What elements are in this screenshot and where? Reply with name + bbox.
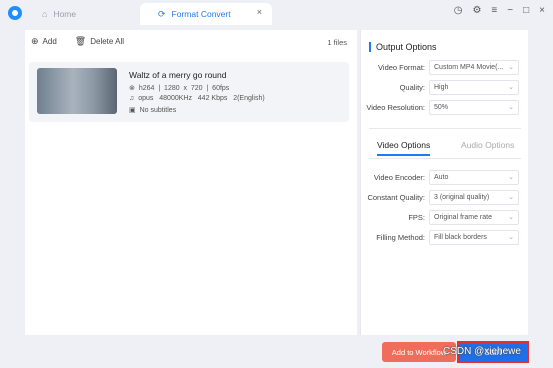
chevron-down-icon: ⌄ bbox=[508, 104, 514, 111]
maximize-icon[interactable]: □ bbox=[523, 5, 529, 16]
quality-label: Quality: bbox=[399, 83, 425, 92]
constant-quality-row: Constant Quality: 3 (original quality) ⌄ bbox=[361, 190, 529, 206]
file-list-item[interactable]: Waltz of a merry go round ⊗ h264 | 1280 x… bbox=[29, 62, 349, 122]
tab-close-icon[interactable]: × bbox=[257, 7, 262, 17]
tab-format-convert[interactable]: ⟳ Format Convert × bbox=[140, 3, 272, 25]
minimize-icon[interactable]: − bbox=[507, 5, 513, 16]
file-list-pane: ⊕ Add 🗑 Delete All 1 files Waltz of a merr… bbox=[25, 30, 357, 335]
app-logo bbox=[8, 6, 22, 20]
divider bbox=[369, 128, 521, 129]
video-encoder-select[interactable]: Auto ⌄ bbox=[429, 170, 519, 185]
audio-info: ♫ opus 48000KHz 442 Kbps 2(English) bbox=[129, 95, 265, 102]
refresh-icon: ⟳ bbox=[158, 8, 166, 19]
constant-quality-select[interactable]: 3 (original quality) ⌄ bbox=[429, 190, 519, 205]
menu-icon[interactable]: ≡ bbox=[491, 5, 497, 16]
subtitle-icon: ▣ bbox=[129, 107, 136, 114]
delete-all-button[interactable]: 🗑 Delete All bbox=[75, 36, 124, 47]
video-encoder-row: Video Encoder: Auto ⌄ bbox=[361, 170, 529, 186]
video-resolution-label: Video Resolution: bbox=[366, 103, 425, 112]
filling-method-select[interactable]: Fill black borders ⌄ bbox=[429, 230, 519, 245]
video-format-label: Video Format: bbox=[378, 63, 425, 72]
video-resolution-select[interactable]: 50% ⌄ bbox=[429, 100, 519, 115]
file-name: Waltz of a merry go round bbox=[129, 70, 227, 80]
delete-all-label: Delete All bbox=[90, 37, 125, 46]
fps-label: FPS: bbox=[408, 213, 425, 222]
filling-method-row: Filling Method: Fill black borders ⌄ bbox=[361, 230, 529, 246]
watermark: CSDN @xiehewe bbox=[443, 346, 521, 357]
quality-row: Quality: High ⌄ bbox=[361, 80, 529, 96]
chevron-down-icon: ⌄ bbox=[508, 64, 514, 71]
close-icon[interactable]: × bbox=[539, 5, 545, 16]
files-count: 1 files bbox=[327, 38, 347, 47]
filling-method-label: Filling Method: bbox=[376, 233, 425, 242]
video-thumbnail bbox=[37, 68, 117, 114]
video-info: ⊗ h264 | 1280 x 720 | 60fps bbox=[129, 84, 229, 92]
clock-icon[interactable]: ◷ bbox=[454, 5, 463, 16]
gear-icon[interactable]: ⚙ bbox=[472, 5, 481, 16]
tab-home[interactable]: ⌂ Home bbox=[36, 3, 136, 25]
chevron-down-icon: ⌄ bbox=[508, 234, 514, 241]
add-button-label: Add bbox=[42, 37, 57, 46]
home-icon: ⌂ bbox=[42, 9, 48, 19]
video-format-select[interactable]: Custom MP4 Movie(... ⌄ bbox=[429, 60, 519, 75]
chevron-down-icon: ⌄ bbox=[508, 194, 514, 201]
file-toolbar: ⊕ Add 🗑 Delete All bbox=[31, 36, 124, 47]
constant-quality-label: Constant Quality: bbox=[367, 193, 425, 202]
tab-audio-options[interactable]: Audio Options bbox=[461, 140, 514, 156]
video-encoder-label: Video Encoder: bbox=[373, 173, 425, 182]
filling-method-value: Fill black borders bbox=[434, 234, 487, 241]
audio-info-text: opus 48000KHz 442 Kbps 2(English) bbox=[138, 95, 265, 102]
divider bbox=[369, 158, 521, 159]
plus-circle-icon: ⊕ bbox=[31, 36, 39, 46]
tab-format-convert-label: Format Convert bbox=[171, 9, 231, 19]
fps-row: FPS: Original frame rate ⌄ bbox=[361, 210, 529, 226]
video-encoder-value: Auto bbox=[434, 174, 449, 181]
subtitle-info: ▣ No subtitles bbox=[129, 106, 176, 114]
trash-icon: 🗑 bbox=[74, 36, 87, 46]
video-info-text: h264 | 1280 x 720 | 60fps bbox=[138, 85, 230, 92]
video-codec-icon: ⊗ bbox=[129, 85, 135, 92]
chevron-down-icon: ⌄ bbox=[508, 84, 514, 91]
quality-select[interactable]: High ⌄ bbox=[429, 80, 519, 95]
quality-value: High bbox=[434, 84, 449, 91]
video-resolution-row: Video Resolution: 50% ⌄ bbox=[361, 100, 529, 116]
options-pane: Output Options Video Format: Custom MP4 … bbox=[360, 30, 528, 335]
title-bar: ⌂ Home ⟳ Format Convert × ◷ ⚙ ≡ − □ × bbox=[0, 0, 553, 28]
constant-quality-value: 3 (original quality) bbox=[434, 194, 490, 201]
fps-select[interactable]: Original frame rate ⌄ bbox=[429, 210, 519, 225]
video-resolution-value: 50% bbox=[434, 104, 449, 111]
tab-video-options[interactable]: Video Options bbox=[377, 140, 431, 156]
chevron-down-icon: ⌄ bbox=[508, 174, 514, 181]
add-button[interactable]: ⊕ Add bbox=[31, 36, 57, 47]
video-format-value: Custom MP4 Movie(... bbox=[434, 64, 504, 71]
video-format-row: Video Format: Custom MP4 Movie(... ⌄ bbox=[361, 60, 529, 76]
window-controls: ◷ ⚙ ≡ − □ × bbox=[454, 5, 545, 16]
chevron-down-icon: ⌄ bbox=[508, 214, 514, 221]
output-options-title: Output Options bbox=[369, 42, 437, 52]
music-note-icon: ♫ bbox=[129, 95, 135, 102]
tab-home-label: Home bbox=[53, 9, 77, 19]
fps-value: Original frame rate bbox=[434, 214, 492, 221]
subtitle-info-text: No subtitles bbox=[139, 107, 177, 114]
